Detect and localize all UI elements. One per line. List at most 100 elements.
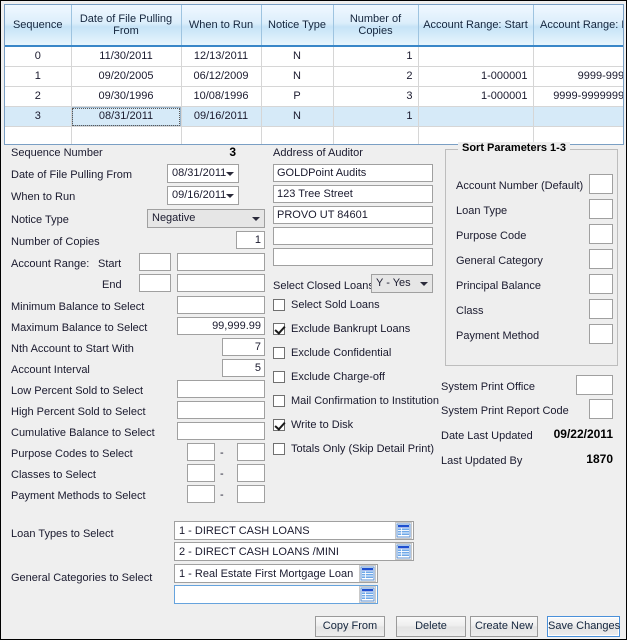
cell-when-to-run[interactable]: 10/08/1996	[181, 86, 262, 107]
payment-methods-from-input[interactable]	[187, 485, 215, 503]
checkbox-exclude-bankrupt-loans[interactable]: Exclude Bankrupt Loans	[273, 323, 410, 335]
checkbox-icon-checked[interactable]	[273, 323, 285, 335]
checkbox-icon[interactable]	[273, 371, 285, 383]
general-category-picker-1[interactable]: 1 - Real Estate First Mortgage Loan	[174, 564, 378, 583]
cell-date-from[interactable]: 09/20/2005	[71, 66, 182, 87]
cell-acct-start[interactable]: 1-000001	[418, 66, 534, 87]
cell-when-to-run[interactable]: 12/13/2011	[181, 46, 262, 67]
cell-sequence[interactable]: 1	[5, 66, 72, 87]
checkbox-icon-checked[interactable]	[273, 419, 285, 431]
purpose-codes-from-input[interactable]	[187, 443, 215, 461]
checkbox-exclude-charge-off[interactable]: Exclude Charge-off	[273, 371, 385, 383]
account-range-start-office-input[interactable]	[139, 253, 171, 271]
cell-date-from[interactable]: 09/30/1996	[71, 86, 182, 107]
sort-param-input-purpose-code[interactable]	[589, 224, 613, 244]
cell-acct-end[interactable]	[533, 106, 623, 127]
copy-from-button[interactable]: Copy From	[315, 616, 385, 637]
column-header-account-range-end[interactable]: Account Range: End	[533, 5, 623, 47]
cell-notice-type[interactable]: N	[261, 66, 334, 87]
save-changes-button[interactable]: Save Changes	[547, 616, 620, 637]
system-print-office-input[interactable]	[576, 375, 613, 395]
auditor-address-line-5[interactable]	[273, 248, 433, 266]
account-range-end-office-input[interactable]	[139, 274, 171, 292]
cell-copies[interactable]: 3	[333, 86, 419, 107]
sort-param-input-principal-balance[interactable]	[589, 274, 613, 294]
checkbox-mail-confirmation-to-institution[interactable]: Mail Confirmation to Institution	[273, 395, 439, 407]
cell-copies[interactable]	[333, 126, 419, 144]
checkbox-icon[interactable]	[273, 395, 285, 407]
cell-notice-type[interactable]	[261, 126, 334, 144]
payment-methods-to-input[interactable]	[237, 485, 265, 503]
checkbox-totals-only[interactable]: Totals Only (Skip Detail Print)	[273, 443, 434, 455]
notice-type-combo[interactable]: Negative	[147, 209, 265, 228]
table-row[interactable]: 1 09/20/2005 06/12/2009 N 2 1-000001 999…	[5, 66, 623, 87]
create-new-button[interactable]: Create New	[470, 616, 538, 637]
list-lookup-icon[interactable]	[359, 586, 376, 603]
cell-notice-type[interactable]: N	[261, 46, 334, 67]
classes-to-input[interactable]	[237, 464, 265, 482]
auditor-address-line-2[interactable]: 123 Tree Street	[273, 185, 433, 203]
cell-date-from[interactable]	[71, 126, 182, 144]
column-header-sequence[interactable]: Sequence	[5, 5, 72, 47]
account-range-start-account-input[interactable]	[177, 253, 265, 271]
list-lookup-icon[interactable]	[359, 565, 376, 582]
cell-when-to-run[interactable]: 09/16/2011	[181, 106, 262, 127]
loan-type-picker-2[interactable]: 2 - DIRECT CASH LOANS /MINI	[174, 542, 414, 561]
loan-type-picker-1[interactable]: 1 - DIRECT CASH LOANS	[174, 521, 414, 540]
cell-sequence[interactable]: 0	[5, 46, 72, 67]
high-percent-sold-input[interactable]	[177, 401, 265, 419]
sort-param-input-payment-method[interactable]	[589, 324, 613, 344]
cell-acct-end[interactable]	[533, 46, 623, 67]
cumulative-balance-input[interactable]	[177, 422, 265, 440]
sort-param-input-general-category[interactable]	[589, 249, 613, 269]
list-lookup-icon[interactable]	[395, 543, 412, 560]
select-closed-loans-combo[interactable]: Y - Yes	[371, 274, 433, 293]
cell-acct-start[interactable]	[418, 106, 534, 127]
classes-from-input[interactable]	[187, 464, 215, 482]
when-to-run-combo[interactable]: 09/16/2011	[167, 186, 239, 205]
general-category-picker-2[interactable]	[174, 585, 378, 604]
sort-param-input-loan-type[interactable]	[589, 199, 613, 219]
low-percent-sold-input[interactable]	[177, 380, 265, 398]
cell-acct-end[interactable]: 9999-9999999999	[533, 86, 623, 107]
checkbox-icon[interactable]	[273, 443, 285, 455]
checkbox-select-sold-loans[interactable]: Select Sold Loans	[273, 299, 380, 311]
system-print-report-code-input[interactable]	[589, 399, 613, 419]
cell-date-from-focused[interactable]: 08/31/2011	[71, 106, 182, 127]
cell-notice-type[interactable]: N	[261, 106, 334, 127]
checkbox-icon[interactable]	[273, 347, 285, 359]
cell-acct-start[interactable]: 1-000001	[418, 86, 534, 107]
column-header-notice-type[interactable]: Notice Type	[261, 5, 334, 47]
cell-copies[interactable]: 1	[333, 106, 419, 127]
auditor-address-line-3[interactable]: PROVO UT 84601	[273, 206, 433, 224]
cell-sequence[interactable]	[5, 126, 72, 144]
cell-notice-type[interactable]: P	[261, 86, 334, 107]
column-header-when-to-run[interactable]: When to Run	[181, 5, 262, 47]
sort-param-input-account-number[interactable]	[589, 174, 613, 194]
table-row-selected[interactable]: 3 08/31/2011 09/16/2011 N 1	[5, 106, 623, 127]
checkbox-icon[interactable]	[273, 299, 285, 311]
sort-param-input-class[interactable]	[589, 299, 613, 319]
date-of-file-pulling-from-combo[interactable]: 08/31/2011	[167, 164, 239, 183]
account-interval-input[interactable]: 5	[222, 359, 265, 377]
cell-sequence[interactable]: 3	[5, 106, 72, 127]
checkbox-exclude-confidential[interactable]: Exclude Confidential	[273, 347, 391, 359]
column-header-number-of-copies[interactable]: Number of Copies	[333, 5, 419, 47]
nth-account-input[interactable]: 7	[222, 338, 265, 356]
checkbox-write-to-disk[interactable]: Write to Disk	[273, 419, 353, 431]
cell-acct-start[interactable]	[418, 46, 534, 67]
notice-schedule-grid[interactable]: Sequence Date of File Pulling From When …	[4, 4, 624, 145]
cell-copies[interactable]: 2	[333, 66, 419, 87]
number-of-copies-input[interactable]: 1	[236, 231, 265, 249]
account-range-end-account-input[interactable]	[177, 274, 265, 292]
purpose-codes-to-input[interactable]	[237, 443, 265, 461]
cell-acct-end[interactable]: 9999-999999	[533, 66, 623, 87]
column-header-date-from[interactable]: Date of File Pulling From	[71, 5, 182, 47]
cell-when-to-run[interactable]	[181, 126, 262, 144]
delete-button[interactable]: Delete	[396, 616, 466, 637]
cell-date-from[interactable]: 11/30/2011	[71, 46, 182, 67]
auditor-address-line-4[interactable]	[273, 227, 433, 245]
table-row[interactable]: 2 09/30/1996 10/08/1996 P 3 1-000001 999…	[5, 86, 623, 107]
column-header-account-range-start[interactable]: Account Range: Start	[418, 5, 534, 47]
cell-copies[interactable]: 1	[333, 46, 419, 67]
